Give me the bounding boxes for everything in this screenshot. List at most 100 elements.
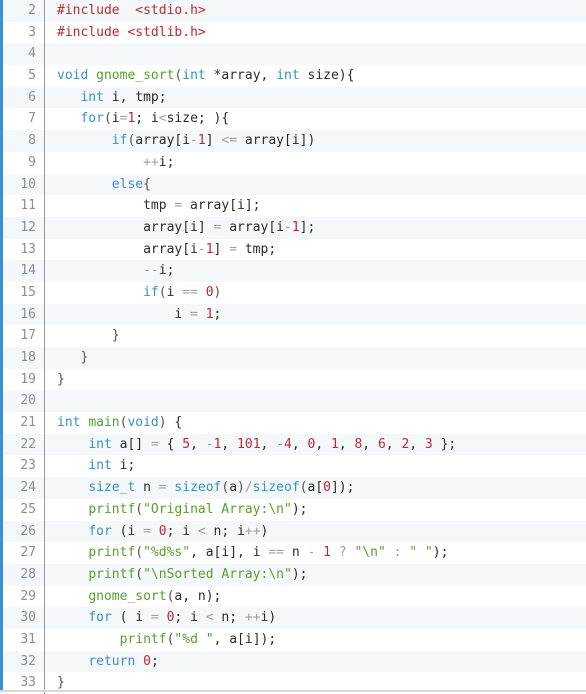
code-token: } xyxy=(80,350,89,365)
code-line[interactable]: 7 for(i=1; i<size; ){ xyxy=(3,108,586,131)
code-token: i; xyxy=(158,263,175,279)
code-line[interactable]: 4 xyxy=(3,43,586,66)
code-token: 101 xyxy=(237,436,261,452)
code-token: - xyxy=(197,241,206,257)
code-token: - xyxy=(284,219,292,235)
code-line[interactable]: 22 int a[] = { 5, -1, 101, -4, 0, 1, 8, … xyxy=(3,433,586,456)
code-token: , xyxy=(315,436,331,452)
code-text: int main(void) { xyxy=(45,412,182,434)
code-line[interactable]: 16 i = 1; xyxy=(3,303,586,326)
code-line[interactable]: 18 } xyxy=(3,347,586,369)
code-token: 1 xyxy=(323,545,331,561)
code-view[interactable]: 2 #include <stdio.h> 3 #include <stdlib.h> 4… xyxy=(0,0,586,694)
code-line[interactable]: 29 gnome_sort(a, n); xyxy=(3,585,586,608)
code-token: { xyxy=(158,436,183,452)
code-token: } xyxy=(111,328,120,344)
code-line[interactable]: 27 printf("%d%s", a[i], i == n - 1 ? "\n… xyxy=(3,542,586,564)
code-line[interactable]: 31 printf("%d ", a[i]); xyxy=(3,628,586,651)
code-token: "\nSorted Array:\n" xyxy=(143,566,292,582)
code-token: ) xyxy=(158,415,167,431)
line-number: 19 xyxy=(3,368,45,391)
code-line[interactable]: 3 #include <stdlib.h> xyxy=(3,21,586,44)
code-line[interactable]: 26 for (i = 0; i < n; i++) xyxy=(3,520,586,543)
code-token: - xyxy=(205,436,214,452)
code-line[interactable]: 11 tmp = array[i]; xyxy=(3,195,586,217)
code-line[interactable]: 5 void gnome_sort(int *array, int size){ xyxy=(3,65,586,87)
code-token: tmp; xyxy=(237,241,277,257)
code-line[interactable]: 12 array[i] = array[i-1]; xyxy=(3,216,586,239)
code-text: i = 1; xyxy=(45,304,229,326)
code-line[interactable]: 13 array[i-1] = tmp; xyxy=(3,238,586,261)
code-token: "%d%s" xyxy=(143,545,191,561)
code-line[interactable]: 25 printf("Original Array:\n"); xyxy=(3,498,586,521)
code-text: array[i] = array[i-1]; xyxy=(45,217,315,239)
code-token: ] xyxy=(213,241,230,257)
line-number: 32 xyxy=(3,650,45,673)
code-line[interactable]: 20 xyxy=(3,390,586,413)
code-token: ) xyxy=(237,480,245,496)
code-token: i; xyxy=(111,458,136,474)
code-text: for (i = 0; i < n; i++) xyxy=(45,521,268,543)
code-token: int xyxy=(88,458,112,474)
code-token: a, n); xyxy=(174,588,222,604)
code-line[interactable]: 23 int i; xyxy=(3,455,586,478)
code-token: } xyxy=(57,675,65,691)
code-text: printf("\nSorted Array:\n"); xyxy=(45,564,307,586)
code-token: i xyxy=(166,284,183,300)
code-token: " " xyxy=(409,545,433,561)
code-token: int xyxy=(80,89,104,105)
line-number: 25 xyxy=(3,498,45,521)
code-token: array[i] xyxy=(57,219,214,235)
line-number: 16 xyxy=(3,303,45,326)
line-number: 11 xyxy=(3,195,45,217)
code-line[interactable]: 30 for ( i = 0; i < n; ++i) xyxy=(3,607,586,629)
line-number: 14 xyxy=(3,260,45,282)
code-line[interactable]: 14 --i; xyxy=(3,260,586,282)
code-token: ) xyxy=(260,523,269,539)
code-line[interactable]: 10 else{ xyxy=(3,173,586,196)
code-text: printf("%d%s", a[i], i == n - 1 ? "\n" :… xyxy=(45,542,448,564)
code-token: , a[i], i xyxy=(190,545,269,561)
code-token: i xyxy=(57,306,191,322)
code-line[interactable]: 8 if(array[i-1] <= array[i]) xyxy=(3,130,586,152)
code-text: int i, tmp; xyxy=(45,87,166,109)
code-token: ); xyxy=(291,501,308,517)
code-line[interactable]: 21 int main(void) { xyxy=(3,412,586,434)
code-line[interactable]: 15 if(i == 0) xyxy=(3,281,586,304)
code-token: -- xyxy=(143,263,159,279)
code-token: ( xyxy=(103,111,112,127)
line-number: 2 xyxy=(3,0,45,22)
line-number: 26 xyxy=(3,520,45,543)
code-line[interactable]: 9 ++i; xyxy=(3,151,586,174)
code-token: a xyxy=(229,480,238,496)
code-line[interactable]: 24 size_t n = sizeof(a)/sizeof(a[0]); xyxy=(3,477,586,499)
code-token: if xyxy=(111,133,128,149)
code-line[interactable]: 6 int i, tmp; xyxy=(3,86,586,109)
code-text: void gnome_sort(int *array, int size){ xyxy=(45,65,354,87)
code-token: *array, xyxy=(205,68,277,84)
code-text: printf("%d ", a[i]); xyxy=(45,629,277,651)
code-line[interactable]: 32 return 0; xyxy=(3,650,586,673)
code-line[interactable]: 19} xyxy=(3,368,586,391)
code-token: array[i xyxy=(221,219,284,235)
line-number: 30 xyxy=(3,607,45,629)
code-token: for xyxy=(88,523,112,539)
line-number: 23 xyxy=(3,455,45,478)
code-line[interactable]: 2 #include <stdio.h> xyxy=(3,0,586,22)
code-line[interactable]: 17 } xyxy=(3,325,586,347)
code-token: printf xyxy=(88,501,136,517)
code-token: void xyxy=(57,68,89,84)
code-token: ( xyxy=(299,480,308,496)
code-line[interactable]: 28 printf("\nSorted Array:\n"); xyxy=(3,563,586,586)
